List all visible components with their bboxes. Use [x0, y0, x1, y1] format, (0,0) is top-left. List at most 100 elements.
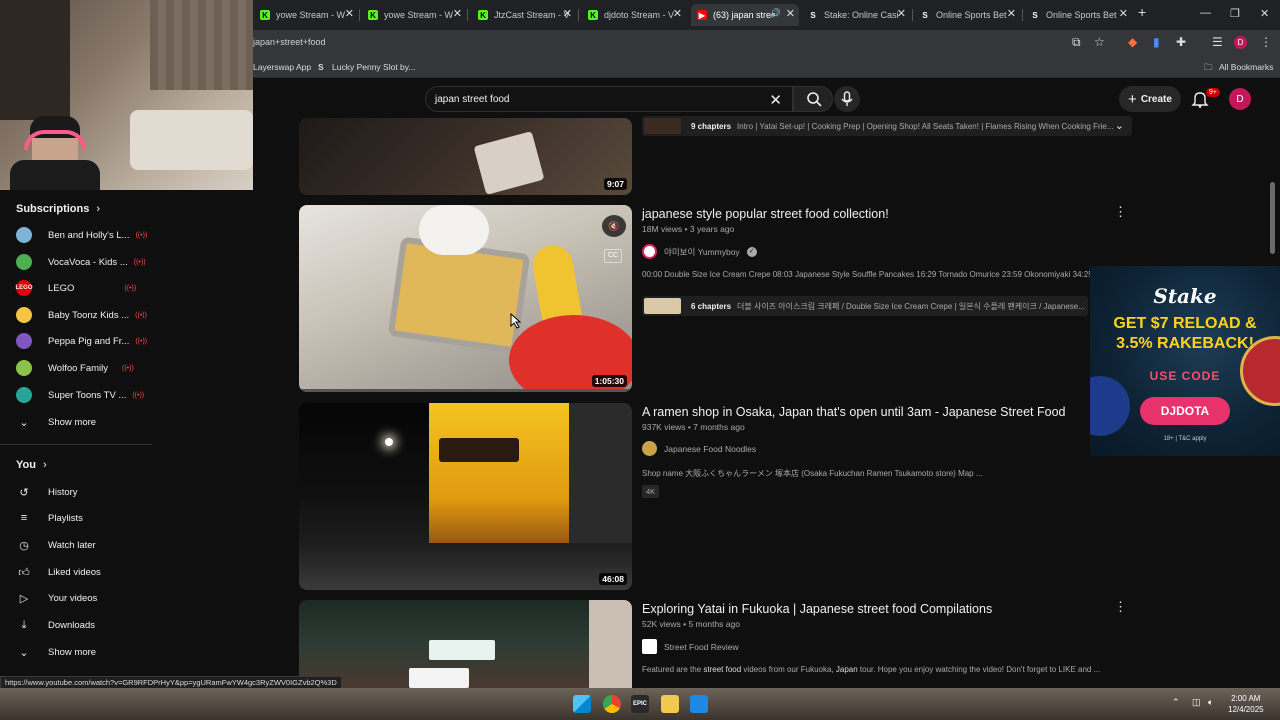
video-thumbnail[interactable]: [299, 600, 632, 688]
close-icon[interactable]: ✕: [1007, 7, 1016, 20]
sidebar-subscription[interactable]: LEGO LEGO ((•)): [16, 278, 156, 298]
subscriptions-heading[interactable]: Subscriptions ›: [16, 203, 100, 215]
extension-shield-icon[interactable]: ▮: [1153, 35, 1160, 49]
sidebar-subscription[interactable]: Wolfoo Family ((•)): [16, 358, 156, 378]
speaker-icon[interactable]: 🔊: [770, 8, 781, 19]
chapters-strip[interactable]: 9 chapters Intro | Yatai Set-up! | Cooki…: [642, 116, 1132, 136]
page-scrollbar-thumb[interactable]: [1270, 182, 1275, 254]
close-icon[interactable]: ✕: [453, 7, 462, 20]
restore-icon[interactable]: ❐: [1230, 7, 1240, 20]
address-bar[interactable]: japan+street+food: [253, 37, 326, 47]
ad-headline: GET $7 RELOAD & 3.5% RAKEBACK!: [1113, 315, 1257, 352]
browser-tab-1[interactable]: K yowe Stream - W ✕: [254, 4, 358, 26]
bookmark-layerswap[interactable]: Layerswap App: [253, 62, 311, 72]
sidebar-subscription[interactable]: Ben and Holly's L... ((•)): [16, 225, 156, 245]
video-title[interactable]: A ramen shop in Osaka, Japan that's open…: [642, 405, 1065, 419]
you-heading[interactable]: You ›: [16, 459, 47, 471]
extensions-icon[interactable]: ✚: [1176, 35, 1186, 49]
tray-volume-icon[interactable]: 🔈︎: [1208, 697, 1213, 708]
new-tab-icon[interactable]: +: [1138, 4, 1146, 20]
sidebar-item-watch-later[interactable]: ◷ Watch later: [16, 535, 156, 555]
close-icon[interactable]: ✕: [673, 7, 682, 20]
epic-games-icon[interactable]: EPIC: [631, 695, 649, 713]
channel-link[interactable]: Street Food Review: [642, 639, 739, 654]
video-thumbnail[interactable]: 9:07: [299, 118, 632, 195]
browser-tab-active[interactable]: ▶ (63) japan stre 🔊 ✕: [691, 4, 799, 26]
account-avatar[interactable]: D: [1229, 88, 1251, 110]
video-duration: 9:07: [603, 178, 627, 190]
app-icon[interactable]: [690, 695, 708, 713]
profile-avatar-icon[interactable]: D: [1234, 36, 1247, 49]
sidebar-item-your-videos[interactable]: ▷ Your videos: [16, 588, 156, 608]
sidebar-item-history[interactable]: ↺ History: [16, 482, 156, 502]
ad-promo-code-button[interactable]: DJDOTA: [1140, 397, 1230, 425]
plus-icon: +: [1128, 90, 1137, 108]
video-title[interactable]: japanese style popular street food colle…: [642, 207, 889, 221]
create-button[interactable]: + Create: [1119, 86, 1181, 112]
sidebar-subscription[interactable]: Peppa Pig and Fr... ((•)): [16, 331, 156, 351]
all-bookmarks[interactable]: All Bookmarks: [1219, 62, 1273, 72]
close-icon[interactable]: ✕: [1119, 7, 1128, 20]
tab-label: Online Sports Bet: [936, 10, 1007, 20]
taskbar-clock[interactable]: 2:00 AM 12/4/2025: [1228, 693, 1264, 715]
bookmark-star-icon[interactable]: ☆: [1094, 35, 1105, 49]
live-icon: ((•)): [135, 311, 147, 319]
sidebar-item-liked-videos[interactable]: 👍︎ Liked videos: [16, 562, 156, 582]
menu-kebab-icon[interactable]: ⋮: [1260, 35, 1272, 49]
file-explorer-icon[interactable]: [661, 695, 679, 713]
close-icon[interactable]: ✕: [786, 7, 795, 20]
more-actions-icon[interactable]: ⋮: [1114, 599, 1127, 615]
channel-avatar: [642, 441, 657, 456]
close-icon[interactable]: ✕: [563, 7, 572, 20]
tab-search-icon[interactable]: ☰: [1212, 35, 1223, 49]
browser-tab-8[interactable]: S Online Sports Bet ✕: [1024, 4, 1132, 26]
voice-search-button[interactable]: [834, 86, 860, 112]
video-title[interactable]: Exploring Yatai in Fukuoka | Japanese st…: [642, 602, 992, 616]
mute-icon[interactable]: 🔇: [602, 215, 626, 237]
show-more-subscriptions[interactable]: ⌄ Show more: [16, 412, 156, 432]
stake-advertisement[interactable]: Stake GET $7 RELOAD & 3.5% RAKEBACK! USE…: [1090, 266, 1280, 456]
extension-fox-icon[interactable]: ◆: [1128, 35, 1137, 49]
windows-start-icon[interactable]: [573, 695, 591, 713]
webcam-overlay: [0, 0, 253, 190]
bookmark-lucky-penny[interactable]: Lucky Penny Slot by...: [332, 62, 415, 72]
sidebar: Subscriptions › Ben and Holly's L... ((•)…: [0, 190, 160, 688]
browser-tab-3[interactable]: K JtzCast Stream - V ✕: [472, 4, 576, 26]
browser-tab-4[interactable]: K djdoto Stream - V ✕: [582, 4, 686, 26]
chapters-text: Intro | Yatai Set-up! | Cooking Prep | O…: [737, 121, 1114, 131]
channel-link[interactable]: 야미보이 Yummyboy ✓: [642, 244, 757, 259]
chapters-strip[interactable]: 6 chapters 더블 사이즈 아이스크림 크레페 / Double Siz…: [642, 296, 1088, 316]
search-button[interactable]: [793, 86, 833, 112]
channel-avatar: [16, 360, 32, 376]
search-input[interactable]: japan street food ✕: [425, 86, 793, 112]
captions-icon[interactable]: CC: [604, 249, 622, 263]
browser-tab-2[interactable]: K yowe Stream - W ✕: [362, 4, 466, 26]
channel-link[interactable]: Japanese Food Noodles: [642, 441, 756, 456]
browser-tab-6[interactable]: S Stake: Online Casi ✕: [802, 4, 910, 26]
thumbnail-yatai-banner: [409, 668, 469, 688]
install-app-icon[interactable]: ⧉: [1072, 35, 1081, 50]
clear-search-icon[interactable]: ✕: [769, 91, 782, 109]
like-icon: 👍︎: [18, 566, 30, 579]
tray-network-icon[interactable]: ⌃: [1172, 697, 1180, 708]
close-icon[interactable]: ✕: [345, 7, 354, 20]
browser-tab-7[interactable]: S Online Sports Bet ✕: [914, 4, 1020, 26]
show-more-you[interactable]: ⌄ Show more: [16, 642, 156, 662]
chevron-right-icon: ›: [43, 459, 47, 471]
sidebar-subscription[interactable]: VocaVoca - Kids ... ((•)): [16, 252, 156, 272]
close-icon[interactable]: ✕: [897, 7, 906, 20]
tray-wifi-icon[interactable]: ◫: [1192, 697, 1201, 708]
video-thumbnail[interactable]: 🔇 CC 1:05:30: [299, 205, 632, 392]
microphone-icon: [841, 91, 853, 106]
window-close-icon[interactable]: ✕: [1260, 7, 1269, 20]
verified-badge-icon: ✓: [746, 246, 757, 257]
sidebar-subscription[interactable]: Super Toons TV ... ((•)): [16, 385, 156, 405]
minimize-icon[interactable]: —: [1200, 7, 1211, 19]
sidebar-item-downloads[interactable]: ⤓ Downloads: [16, 615, 156, 635]
video-description: Featured are the street food videos from…: [642, 665, 1101, 674]
more-actions-icon[interactable]: ⋮: [1114, 204, 1127, 220]
sidebar-item-playlists[interactable]: ≡ Playlists: [16, 508, 156, 528]
video-thumbnail[interactable]: 46:08: [299, 403, 632, 590]
chrome-icon[interactable]: [603, 695, 621, 713]
sidebar-subscription[interactable]: Baby Toonz Kids ... ((•)): [16, 305, 156, 325]
